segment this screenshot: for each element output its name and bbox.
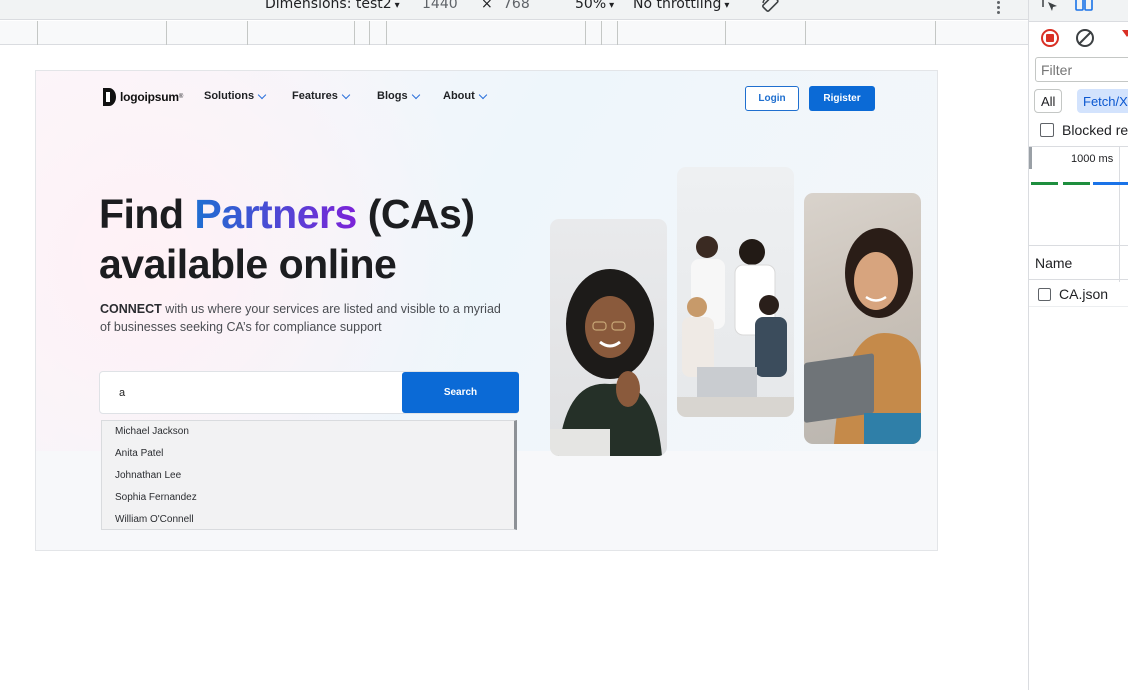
request-name: CA.json — [1059, 286, 1109, 302]
device-toolbar-toggle-icon[interactable] — [1075, 0, 1093, 12]
device-caret-icon: ▾ — [394, 0, 400, 11]
device-select[interactable]: Dimensions: test2 ▾ — [265, 0, 400, 12]
filter-funnel-icon[interactable] — [1122, 30, 1128, 37]
suggestion-item[interactable]: Sophia Fernandez — [102, 486, 514, 508]
hero-photo-team-laptop — [677, 167, 794, 417]
chevron-down-icon — [478, 90, 488, 99]
nav-label: About — [443, 90, 475, 102]
hero-photo-smiling-woman — [550, 219, 667, 456]
search-button[interactable]: Search — [402, 372, 519, 413]
zoom-select[interactable]: 50% ▾ — [575, 0, 614, 12]
rotate-icon[interactable] — [760, 0, 780, 14]
dimension-times-icon: × — [481, 0, 493, 12]
nav-label: Features — [292, 90, 338, 102]
logo-trademark: ® — [178, 94, 184, 100]
suggestion-item[interactable]: William O'Connell — [102, 508, 514, 530]
zoom-caret-icon: ▾ — [609, 0, 615, 11]
network-overview[interactable]: 1000 ms — [1029, 146, 1128, 247]
device-label: Dimensions: test2 — [265, 0, 392, 12]
blocked-cookies-label: Blocked response cookies — [1062, 122, 1128, 138]
inspect-element-icon[interactable] — [1041, 0, 1059, 13]
hero-heading-line2: available online — [99, 241, 397, 287]
waterfall-bar — [1093, 182, 1128, 185]
record-network-button[interactable] — [1041, 29, 1059, 47]
overview-gridline — [1119, 147, 1120, 247]
logo[interactable]: logoipsum ® — [101, 87, 183, 107]
request-row[interactable]: CA.json — [1029, 282, 1128, 307]
chevron-down-icon — [411, 90, 420, 99]
column-divider[interactable] — [1119, 247, 1120, 282]
logo-text: logoipsum — [120, 90, 179, 104]
suggestion-list[interactable]: Michael Jackson Anita Patel Johnathan Le… — [101, 420, 517, 530]
height-input[interactable]: 768 — [503, 0, 530, 12]
name-column-header[interactable]: Name — [1029, 247, 1128, 280]
nav-blogs[interactable]: Blogs — [377, 90, 420, 102]
chevron-down-icon — [257, 90, 267, 99]
throttling-select[interactable]: No throttling ▾ — [633, 0, 729, 12]
type-filter-all[interactable]: All — [1034, 89, 1063, 113]
width-input[interactable]: 1440 — [422, 0, 458, 12]
more-options-icon[interactable] — [997, 1, 1001, 15]
login-button[interactable]: Login — [745, 86, 799, 111]
waterfall-bar — [1063, 182, 1090, 185]
chevron-down-icon — [341, 90, 351, 99]
nav-about[interactable]: About — [443, 90, 488, 102]
hero-photo-woman-laptop — [804, 193, 921, 444]
stop-icon — [1046, 34, 1054, 42]
devtools-panel: All Fetch/XHR Blocked response cookies 1… — [1028, 0, 1128, 690]
suggestion-item[interactable]: Michael Jackson — [102, 421, 514, 443]
search-input[interactable] — [100, 372, 402, 413]
nav-solutions[interactable]: Solutions — [204, 90, 267, 102]
logo-mark-icon — [103, 88, 116, 106]
hero-find: Find — [99, 191, 195, 237]
type-filter-fetch-xhr[interactable]: Fetch/XHR — [1077, 89, 1128, 113]
clear-icon — [1077, 30, 1093, 46]
device-toolbar: Dimensions: test2 ▾ 1440 × 768 50% ▾ No th… — [0, 0, 1028, 20]
filter-input[interactable] — [1035, 57, 1128, 82]
throttling-caret-icon: ▾ — [724, 0, 730, 11]
hero-heading-line1: Find Partners (CAs) — [99, 191, 475, 238]
zoom-label: 50% — [575, 0, 607, 12]
nav-label: Solutions — [204, 90, 255, 102]
suggestion-item[interactable]: Johnathan Lee — [102, 465, 514, 487]
throttling-label: No throttling — [633, 0, 722, 12]
overview-time-label: 1000 ms — [1071, 153, 1114, 165]
blocked-cookies-checkbox[interactable] — [1040, 123, 1054, 137]
clear-button[interactable] — [1076, 29, 1094, 47]
nav-label: Blogs — [377, 90, 408, 102]
hero-sub-bold: CONNECT — [100, 302, 162, 316]
hero-cas: (CAs) — [356, 191, 475, 237]
search-box: Search — [99, 371, 519, 414]
emulated-viewport: logoipsum ® Solutions Features Blogs Abou… — [35, 70, 938, 551]
media-query-ruler[interactable] — [0, 21, 1028, 45]
nav-features[interactable]: Features — [292, 90, 351, 102]
hero-partners: Partners — [194, 191, 357, 237]
waterfall-bar — [1031, 182, 1058, 185]
devtools-header — [1029, 0, 1128, 22]
register-button[interactable]: Rigister — [809, 86, 875, 111]
overview-range-handle[interactable] — [1029, 147, 1032, 169]
request-checkbox[interactable] — [1038, 287, 1051, 301]
hero-subtitle: CONNECT with us where your services are … — [100, 300, 510, 336]
suggestion-item[interactable]: Anita Patel — [102, 443, 514, 465]
